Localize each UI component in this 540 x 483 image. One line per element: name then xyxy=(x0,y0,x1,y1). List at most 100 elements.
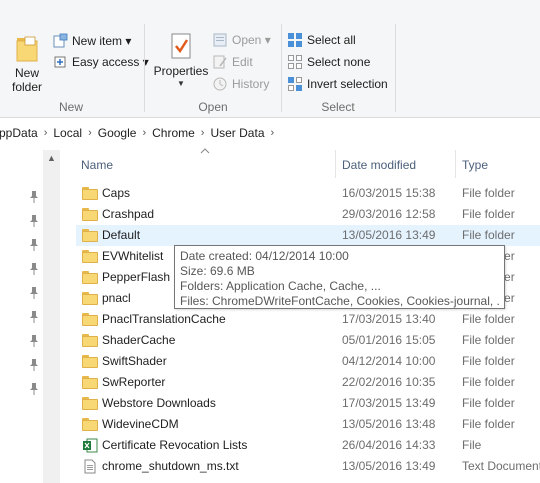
file-row[interactable]: SwReporter 22/02/2016 10:35 File folder xyxy=(76,372,540,393)
new-item-label: New item ▾ xyxy=(72,34,132,48)
file-row[interactable]: Default 13/05/2016 13:49 File folder xyxy=(76,225,540,246)
file-type: File folder xyxy=(462,396,515,410)
file-name: SwReporter xyxy=(102,375,166,389)
file-date-modified: 16/03/2015 15:38 xyxy=(342,186,436,200)
file-name: Default xyxy=(102,228,141,242)
file-type: File folder xyxy=(462,312,515,326)
column-header-type[interactable]: Type xyxy=(456,149,540,180)
edit-button[interactable]: Edit xyxy=(212,52,253,72)
history-button[interactable]: History xyxy=(212,74,269,94)
chevron-right-icon[interactable]: › xyxy=(86,127,94,139)
folder-icon xyxy=(82,186,98,201)
file-row[interactable]: Caps 16/03/2015 15:38 File folder xyxy=(76,183,540,204)
open-button[interactable]: Open ▾ xyxy=(212,30,271,50)
new-folder-icon xyxy=(16,36,38,62)
file-row[interactable]: Webstore Downloads 17/03/2015 13:49 File f… xyxy=(76,393,540,414)
file-date-modified: 22/02/2016 10:35 xyxy=(342,375,436,389)
pin-icon xyxy=(30,215,38,227)
file-row[interactable]: ShaderCache 05/01/2016 15:05 File folder xyxy=(76,330,540,351)
folder-icon xyxy=(82,228,98,243)
pin-icon xyxy=(30,383,38,395)
breadcrumb-local[interactable]: Local xyxy=(49,126,86,140)
file-date-modified: 13/05/2016 13:49 xyxy=(342,459,436,473)
folder-info-tooltip: Date created: 04/12/2014 10:00 Size: 69.… xyxy=(174,245,505,309)
file-row[interactable]: PnaclTranslationCache 17/03/2015 13:40 Fil… xyxy=(76,309,540,330)
properties-icon xyxy=(171,33,191,59)
pin-icon xyxy=(30,263,38,275)
pin-icon xyxy=(30,335,38,347)
pin-icon xyxy=(30,359,38,371)
file-name: Crashpad xyxy=(102,207,155,221)
file-type: Text Document xyxy=(462,459,540,473)
invert-selection-icon xyxy=(287,76,303,92)
file-type: File folder xyxy=(462,375,515,389)
edit-icon xyxy=(212,54,228,70)
file-type: File folder xyxy=(462,417,515,431)
folder-icon xyxy=(82,396,98,411)
folder-icon xyxy=(82,207,98,222)
folder-icon xyxy=(82,291,98,306)
file-row[interactable]: chrome_shutdown_ms.txt 13/05/2016 13:49 Te… xyxy=(76,456,540,477)
new-item-button[interactable]: New item ▾ xyxy=(52,31,131,51)
folder-icon xyxy=(82,249,98,264)
file-row[interactable]: Crashpad 29/03/2016 12:58 File folder xyxy=(76,204,540,225)
file-name: WidevineCDM xyxy=(102,417,179,431)
select-all-label: Select all xyxy=(307,33,356,47)
file-date-modified: 05/01/2016 15:05 xyxy=(342,333,436,347)
file-name: PepperFlash xyxy=(102,270,171,284)
breadcrumb-appdata[interactable]: ppData xyxy=(0,126,42,140)
breadcrumb-user-data[interactable]: User Data xyxy=(206,126,268,140)
file-date-modified: 26/04/2016 14:33 xyxy=(342,438,436,452)
scroll-up-icon[interactable]: ▲ xyxy=(43,150,60,167)
open-group-label: Open xyxy=(198,100,228,114)
file-row[interactable]: WidevineCDM 13/05/2016 13:48 File folder xyxy=(76,414,540,435)
ribbon-divider xyxy=(281,24,282,112)
ribbon: New folder New item ▾ Easy access ▾ New … xyxy=(0,0,540,118)
chevron-right-icon[interactable]: › xyxy=(269,127,277,139)
file-type: File folder xyxy=(462,228,515,242)
file-date-modified: 04/12/2014 10:00 xyxy=(342,354,436,368)
select-none-button[interactable]: Select none xyxy=(287,52,370,72)
new-folder-button[interactable]: New folder xyxy=(6,34,48,94)
file-name: EVWhitelist xyxy=(102,249,164,263)
tooltip-date-created: Date created: 04/12/2014 10:00 xyxy=(180,249,349,263)
new-folder-label: New folder xyxy=(11,66,43,94)
column-header-date[interactable]: Date modified xyxy=(336,149,454,180)
file-name: Webstore Downloads xyxy=(102,396,216,410)
file-row[interactable]: Certificate Revocation Lists 26/04/2016 1… xyxy=(76,435,540,456)
ribbon-divider xyxy=(395,24,396,112)
column-header-name[interactable]: Name xyxy=(76,149,334,180)
properties-button[interactable]: Properties ▼ xyxy=(150,32,212,91)
pin-icon xyxy=(30,287,38,299)
select-all-button[interactable]: Select all xyxy=(287,30,356,50)
select-group: Select all Select none Invert selection … xyxy=(283,0,393,118)
file-date-modified: 13/05/2016 13:48 xyxy=(342,417,436,431)
file-date-modified: 13/05/2016 13:49 xyxy=(342,228,436,242)
easy-access-label: Easy access ▾ xyxy=(72,55,149,69)
chevron-right-icon[interactable]: › xyxy=(199,127,207,139)
file-row[interactable]: SwiftShader 04/12/2014 10:00 File folder xyxy=(76,351,540,372)
folder-icon xyxy=(82,333,98,348)
column-header-date-label: Date modified xyxy=(342,157,417,172)
address-bar[interactable]: ppData › Local › Google › Chrome › User … xyxy=(0,121,540,144)
file-name: PnaclTranslationCache xyxy=(102,312,226,326)
file-name: pnacl xyxy=(102,291,131,305)
history-icon xyxy=(212,76,228,92)
new-item-icon xyxy=(52,33,68,49)
column-header-type-label: Type xyxy=(462,157,489,172)
tooltip-size: Size: 69.6 MB xyxy=(180,264,255,278)
invert-selection-button[interactable]: Invert selection xyxy=(287,74,388,94)
chevron-right-icon[interactable]: › xyxy=(140,127,148,139)
navigation-scrollbar[interactable]: ▲ xyxy=(43,150,60,483)
properties-label: Properties xyxy=(153,64,209,78)
open-icon xyxy=(212,32,228,48)
breadcrumb-chrome[interactable]: Chrome xyxy=(148,126,199,140)
easy-access-button[interactable]: Easy access ▾ xyxy=(52,52,149,72)
text-file-icon xyxy=(82,459,98,474)
chevron-right-icon[interactable]: › xyxy=(42,127,50,139)
new-group: New folder New item ▾ Easy access ▾ New xyxy=(0,0,149,118)
breadcrumb-google[interactable]: Google xyxy=(94,126,141,140)
edit-label: Edit xyxy=(232,55,253,69)
select-none-label: Select none xyxy=(307,55,371,69)
folder-icon xyxy=(82,375,98,390)
